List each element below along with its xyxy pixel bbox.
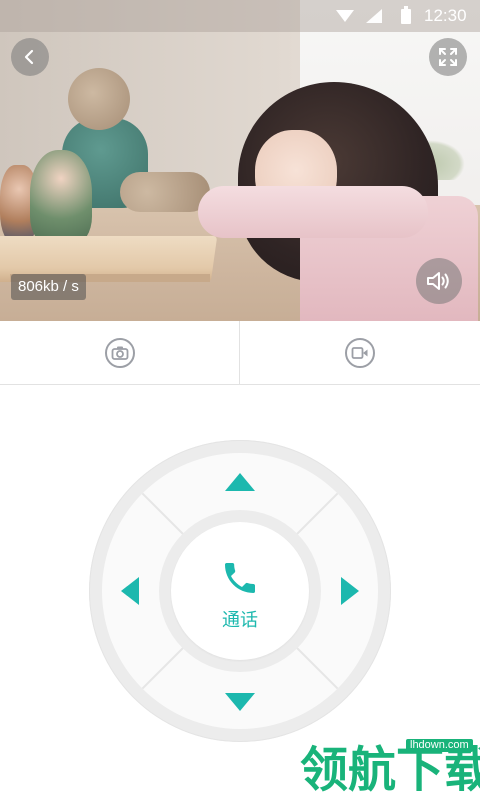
action-bar xyxy=(0,321,480,385)
back-button[interactable] xyxy=(11,38,49,76)
sound-toggle-button[interactable] xyxy=(416,258,462,304)
pan-left-button[interactable] xyxy=(121,577,139,605)
phone-icon xyxy=(225,563,255,593)
teddy-bear-leg xyxy=(120,172,210,212)
pan-up-button[interactable] xyxy=(225,473,255,491)
status-bar: 12:30 xyxy=(0,0,480,32)
battery-icon xyxy=(401,6,411,24)
status-time: 12:30 xyxy=(424,6,467,25)
bitrate-readout: 806kb / s xyxy=(11,274,86,300)
call-label: 通话 xyxy=(222,610,258,631)
signal-icon xyxy=(366,9,382,23)
direction-pad: 通话 xyxy=(89,440,391,742)
teddy-bear-head xyxy=(68,68,130,130)
pan-right-button[interactable] xyxy=(341,577,359,605)
fullscreen-button[interactable] xyxy=(429,38,467,76)
record-button[interactable] xyxy=(240,321,479,384)
fullscreen-icon xyxy=(439,48,457,66)
speaker-icon xyxy=(427,272,449,290)
video-feed[interactable]: 12:30 806kb / s xyxy=(0,0,480,321)
back-arrow-icon xyxy=(24,49,34,65)
pan-down-button[interactable] xyxy=(225,693,255,711)
snapshot-button[interactable] xyxy=(0,321,240,384)
child-arm xyxy=(198,186,428,238)
video-record-icon xyxy=(344,337,375,368)
call-button[interactable]: 通话 xyxy=(171,522,309,660)
camera-icon xyxy=(104,337,135,368)
wifi-icon xyxy=(336,10,354,22)
watermark-logo: 领航下载 lhdown.com xyxy=(296,739,480,800)
watermark-url: lhdown.com xyxy=(406,739,473,752)
doll-figure xyxy=(30,150,92,245)
